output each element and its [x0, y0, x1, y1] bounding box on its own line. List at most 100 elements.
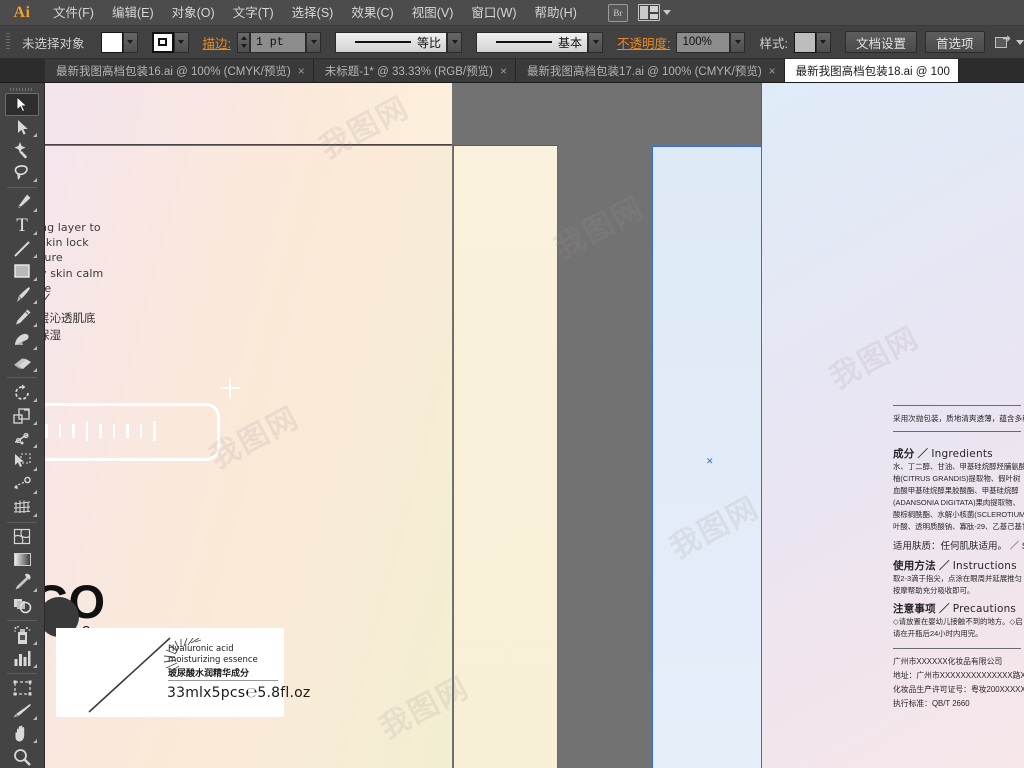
- stroke-profile-dropdown[interactable]: [447, 31, 462, 53]
- rotate-tool[interactable]: [5, 381, 39, 404]
- bridge-icon[interactable]: Br: [607, 3, 628, 22]
- opacity-input[interactable]: 100%: [676, 31, 731, 53]
- eyedropper-tool[interactable]: [5, 571, 39, 594]
- mesh-tool[interactable]: [5, 525, 39, 548]
- stroke-profile-value: 等比: [416, 35, 441, 50]
- column-graph-tool[interactable]: [5, 647, 39, 670]
- product-label-chinese: 玻尿酸水润精华成分: [168, 668, 250, 678]
- paintbrush-tool[interactable]: [5, 283, 39, 306]
- free-transform-tool[interactable]: [5, 450, 39, 473]
- tab-title: 最新我图高档包装18.ai @ 100: [795, 65, 950, 78]
- rp-skin-type: 适用肤质：任何肌肤适用。 ／ Su: [893, 541, 1024, 552]
- menu-view[interactable]: 视图(V): [403, 0, 463, 26]
- menu-edit[interactable]: 编辑(E): [103, 0, 163, 26]
- close-icon[interactable]: ×: [500, 65, 507, 77]
- document-tab-1[interactable]: 最新我图高档包装16.ai @ 100% (CMYK/预览) ×: [45, 59, 314, 82]
- menubar-right-group: Br: [607, 3, 671, 22]
- rp-divider-2: [893, 431, 1021, 432]
- stroke-profile-select[interactable]: 等比: [335, 31, 447, 53]
- stroke-weight-stepper[interactable]: [237, 31, 250, 53]
- control-bar-overflow-icon[interactable]: [1015, 39, 1024, 45]
- slice-tool[interactable]: [5, 699, 39, 722]
- document-setup-button[interactable]: 文档设置: [844, 31, 917, 53]
- artwork-tick-marks: [45, 420, 205, 442]
- tools-panel: T: [0, 83, 45, 768]
- preferences-button[interactable]: 首选项: [924, 31, 985, 53]
- tab-bar-spacer: [0, 59, 45, 82]
- opacity-dropdown[interactable]: [730, 31, 746, 53]
- menu-help[interactable]: 帮助(H): [526, 0, 586, 26]
- stroke-weight-input[interactable]: 1 pt: [250, 31, 306, 53]
- stroke-weight-dropdown[interactable]: [306, 31, 321, 53]
- fill-swatch[interactable]: [100, 31, 123, 53]
- artboard-center-marker-icon: ✕: [706, 456, 714, 466]
- opacity-label[interactable]: 不透明度:: [617, 33, 670, 52]
- menu-select[interactable]: 选择(S): [283, 0, 343, 26]
- hand-tool[interactable]: [5, 722, 39, 745]
- eraser-tool[interactable]: [5, 352, 39, 375]
- scale-tool[interactable]: [5, 404, 39, 427]
- app-logo-icon: Ai: [13, 3, 31, 21]
- menu-effect[interactable]: 效果(C): [342, 0, 402, 26]
- type-tool[interactable]: T: [5, 214, 39, 237]
- brush-definition-value: 基本: [557, 35, 582, 50]
- rp-ingredients-heading-en: Ingredients: [931, 448, 993, 460]
- line-segment-tool[interactable]: [5, 237, 39, 260]
- stroke-dropdown[interactable]: [173, 31, 189, 53]
- zoom-tool[interactable]: [5, 745, 39, 768]
- tools-divider: [7, 377, 37, 379]
- artwork-plus-mark: [220, 378, 240, 398]
- rp-instructions-body: 取2-3滴于指尖，点涂在眼周并延展推匀 按摩帮助充分吸收即可。: [893, 574, 1022, 595]
- tools-panel-grip[interactable]: [9, 85, 35, 93]
- menu-object[interactable]: 对象(O): [163, 0, 224, 26]
- control-bar-grip[interactable]: [4, 31, 12, 53]
- shape-builder-tool[interactable]: [5, 473, 39, 496]
- artboard-tool[interactable]: [5, 677, 39, 700]
- label-en-line1: Hyaluronic acid: [168, 644, 234, 654]
- pen-tool[interactable]: [5, 191, 39, 214]
- menu-file[interactable]: 文件(F): [44, 0, 103, 26]
- canvas-area[interactable]: ng layer to skin lock ture y skin calm t…: [45, 83, 1024, 768]
- pencil-tool[interactable]: [5, 306, 39, 329]
- document-tab-3[interactable]: 最新我图高档包装17.ai @ 100% (CMYK/预览) ×: [515, 59, 785, 82]
- rp-ingredients-body: 水、丁二醇、甘油、甲基硅烷醇羟脯氨酸酯、 柚(CITRUS GRANDIS)提取…: [893, 462, 1024, 531]
- document-tab-4[interactable]: 最新我图高档包装18.ai @ 100: [784, 59, 959, 82]
- symbol-sprayer-tool[interactable]: [5, 624, 39, 647]
- close-icon[interactable]: ×: [298, 65, 305, 77]
- close-icon[interactable]: ×: [769, 65, 776, 77]
- rp-instructions-heading-en: Instructions: [952, 560, 1017, 572]
- selection-tool[interactable]: [5, 92, 39, 116]
- transform-each-icon[interactable]: [994, 35, 1012, 49]
- fill-dropdown[interactable]: [122, 31, 138, 53]
- stroke-weight-label[interactable]: 描边:: [203, 33, 231, 52]
- watermark: 我图网: [549, 190, 650, 266]
- rp-ingredients-heading: 成分 ／ Ingredients: [893, 446, 993, 461]
- rectangle-tool[interactable]: [5, 260, 39, 283]
- magic-wand-tool[interactable]: [5, 139, 39, 162]
- direct-selection-tool[interactable]: [5, 116, 39, 139]
- chevron-down-icon[interactable]: [662, 10, 671, 15]
- artboard-cream-strip[interactable]: [453, 146, 558, 768]
- rp-heading-sep: ／: [938, 603, 950, 615]
- artboard-top-left[interactable]: [45, 83, 452, 145]
- artwork-diagonal-line-icon: [88, 637, 171, 713]
- graphic-style-dropdown[interactable]: [815, 31, 831, 53]
- brush-definition-dropdown[interactable]: [588, 31, 603, 53]
- lasso-tool[interactable]: [5, 162, 39, 185]
- document-tab-2[interactable]: 未标题-1* @ 33.33% (RGB/预览) ×: [313, 59, 516, 82]
- width-tool[interactable]: [5, 427, 39, 450]
- stroke-swatch[interactable]: [151, 31, 174, 53]
- menu-window[interactable]: 窗口(W): [462, 0, 525, 26]
- perspective-grid-tool[interactable]: [5, 496, 39, 519]
- control-bar: 未选择对象 描边: 1 pt 等比 基本 不透明度: 100% 样式: 文档设置…: [0, 26, 1024, 59]
- graphic-style-swatch[interactable]: [793, 31, 816, 53]
- blob-brush-tool[interactable]: [5, 329, 39, 352]
- arrange-documents-icon[interactable]: [637, 4, 660, 21]
- label-en-line2: moisturizing essence: [168, 655, 258, 666]
- gradient-tool[interactable]: [5, 548, 39, 571]
- brush-definition-select[interactable]: 基本: [476, 31, 588, 53]
- blend-tool[interactable]: [5, 594, 39, 617]
- rp-instructions-heading-cn: 使用方法: [893, 560, 936, 572]
- rp-precautions-heading-en: Precautions: [952, 603, 1017, 615]
- menu-type[interactable]: 文字(T): [224, 0, 283, 26]
